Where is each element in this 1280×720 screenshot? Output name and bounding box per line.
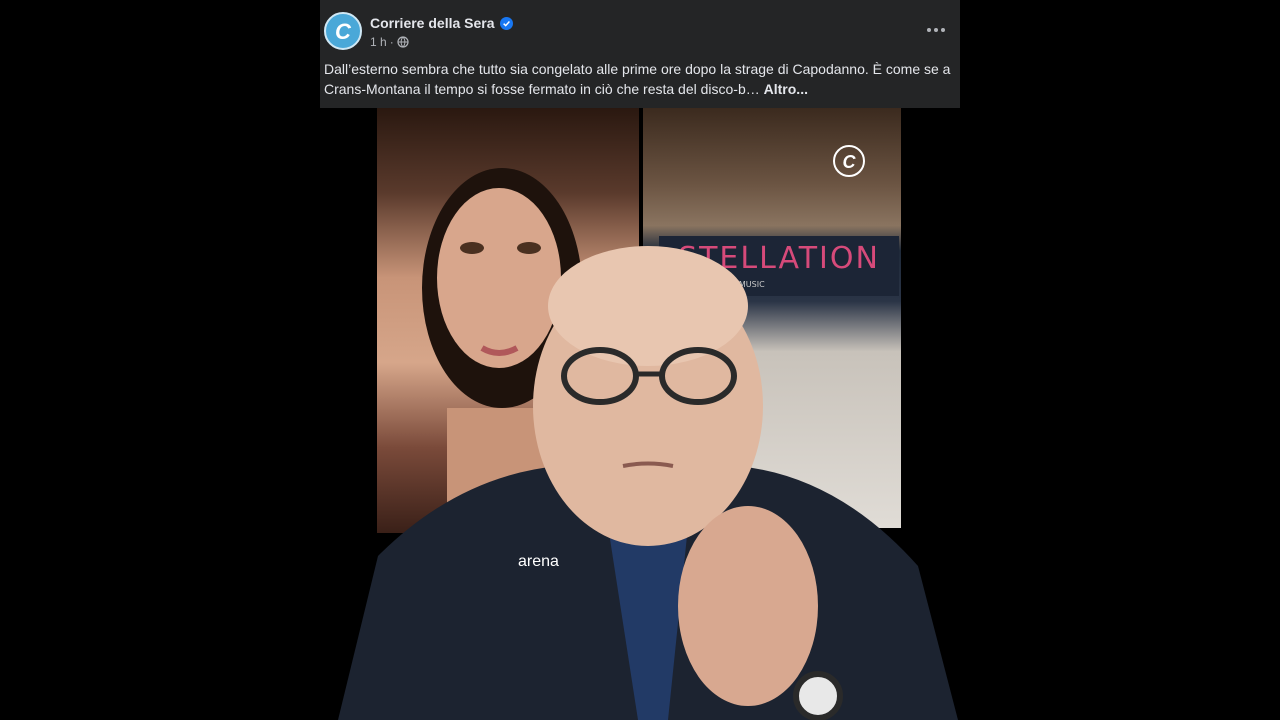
- more-options-icon[interactable]: [924, 18, 948, 42]
- page-name-row: Corriere della Sera: [370, 14, 513, 32]
- page-name[interactable]: Corriere della Sera: [370, 15, 495, 31]
- verified-badge-icon: [499, 16, 513, 30]
- logo-letter: C: [335, 19, 352, 44]
- shirt-brand-logo: arena: [518, 553, 559, 570]
- svg-text:C: C: [843, 152, 857, 172]
- meta-separator: ·: [389, 35, 394, 49]
- post-meta: 1 h ·: [370, 35, 409, 49]
- corriere-logo-icon: C: [335, 19, 352, 44]
- post-time[interactable]: 1 h: [370, 35, 387, 49]
- caption-text: Dall’esterno sembra che tutto sia congel…: [324, 61, 951, 97]
- see-more-link[interactable]: Altro...: [764, 81, 808, 97]
- globe-icon: [397, 36, 409, 48]
- watermark-logo-icon: C: [833, 145, 865, 177]
- post-caption: Dall’esterno sembra che tutto sia congel…: [324, 59, 958, 99]
- presenter-image: arena: [338, 246, 958, 720]
- page-avatar[interactable]: C: [324, 12, 362, 50]
- facebook-post-header: C Corriere della Sera 1 h · Dall’esterno…: [320, 0, 960, 108]
- video-player[interactable]: STELLATION LIVE MUSIC C arena: [320, 108, 960, 720]
